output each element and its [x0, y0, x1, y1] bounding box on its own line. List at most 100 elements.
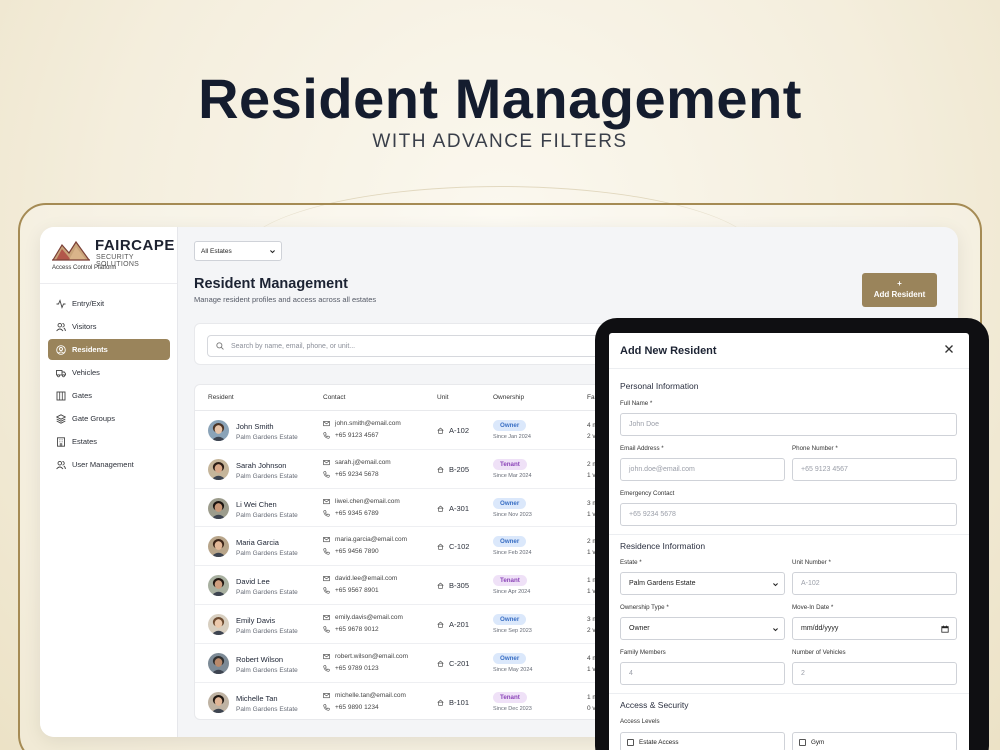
add-resident-button[interactable]: + Add Resident — [862, 273, 937, 307]
unit-text: A-102 — [449, 426, 470, 435]
home-icon — [437, 544, 444, 551]
vehicles-count-label: Number of Vehicles — [792, 649, 846, 656]
emergency-contact-placeholder: +65 9234 5678 — [629, 511, 676, 518]
contact-phone-text: +65 9456 7890 — [335, 548, 379, 556]
sidebar-item-label: Visitors — [72, 322, 97, 331]
column-header-contact[interactable]: Contact — [323, 394, 345, 401]
phone-input[interactable]: +65 9123 4567 — [792, 458, 957, 481]
access-option-estate[interactable]: Estate Access — [620, 732, 785, 750]
hero-subtitle: WITH ADVANCE FILTERS — [372, 131, 628, 152]
contact-email: emily.davis@email.com — [323, 614, 403, 621]
estate-select[interactable]: Palm Gardens Estate — [620, 572, 785, 595]
modal-title: Add New Resident — [620, 345, 717, 357]
contact-email: liwei.chen@email.com — [323, 498, 400, 505]
column-header-resident[interactable]: Resident — [208, 394, 234, 401]
sidebar-item-user-management[interactable]: User Management — [48, 454, 170, 475]
unit-cell: B-101 — [437, 698, 469, 707]
since-date: Since May 2024 — [493, 666, 533, 673]
sidebar-item-estates[interactable]: Estates — [48, 431, 170, 452]
mail-icon — [323, 498, 330, 504]
contact-phone: +65 9456 7890 — [323, 548, 379, 555]
chevron-down-icon — [270, 250, 275, 254]
since-date: Since Jan 2024 — [493, 434, 531, 440]
sidebar-item-entry-exit[interactable]: Entry/Exit — [48, 293, 170, 314]
mail-icon — [323, 537, 330, 543]
user-circle-icon — [56, 344, 66, 355]
sidebar-item-residents[interactable]: Residents — [48, 339, 170, 360]
gate-icon — [56, 391, 66, 401]
column-header-unit[interactable]: Unit — [437, 394, 449, 401]
chevron-down-icon — [773, 628, 778, 632]
unit-text: C-201 — [449, 658, 470, 668]
sidebar-item-vehicles[interactable]: Vehicles — [48, 362, 170, 383]
section-divider — [609, 693, 969, 694]
contact-email-text: john.smith@email.com — [335, 420, 401, 427]
contact-email-text: david.lee@email.com — [335, 575, 398, 583]
layers-icon — [56, 413, 66, 424]
emergency-contact-input[interactable]: +65 9234 5678 — [620, 503, 957, 526]
since-date: Since Sep 2023 — [493, 627, 532, 634]
unit-number-input[interactable]: A-102 — [792, 572, 957, 595]
email-input[interactable]: john.doe@email.com — [620, 458, 785, 481]
contact-email-text: sarah.j@email.com — [335, 458, 391, 466]
ownership-type-label: Ownership Type * — [620, 604, 669, 611]
home-icon — [437, 505, 444, 512]
resident-name[interactable]: Maria Garcia — [236, 538, 279, 547]
column-header-ownership[interactable]: Ownership — [493, 394, 524, 401]
sidebar-item-label: Gates — [72, 391, 93, 400]
avatar — [208, 691, 229, 713]
sidebar-item-label: Residents — [72, 345, 108, 354]
contact-email-text: liwei.chen@email.com — [335, 497, 400, 505]
sidebar-item-label: Gate Groups — [72, 414, 115, 423]
unit-cell: B-205 — [437, 465, 469, 474]
sidebar-item-label: Vehicles — [72, 368, 100, 377]
family-members-input[interactable]: 4 — [620, 662, 785, 685]
access-option-gym[interactable]: Gym — [792, 732, 957, 750]
avatar — [208, 420, 229, 441]
resident-name[interactable]: John Smith — [236, 422, 274, 431]
move-in-date-input[interactable]: mm/dd/yyyy — [792, 617, 957, 640]
ownership-type-select[interactable]: Owner — [620, 617, 785, 640]
vehicles-count-input[interactable]: 2 — [792, 662, 957, 685]
contact-email-text: robert.wilson@email.com — [335, 652, 409, 660]
resident-name[interactable]: David Lee — [236, 577, 270, 586]
sidebar-item-label: Estates — [72, 437, 98, 446]
full-name-input[interactable]: John Doe — [620, 413, 957, 436]
estate-label: Estate * — [620, 559, 642, 566]
ownership-badge: Owner — [493, 536, 527, 548]
users-icon — [56, 322, 66, 332]
sidebar-item-visitors[interactable]: Visitors — [48, 316, 170, 337]
avatar — [208, 497, 229, 519]
resident-name[interactable]: Li Wei Chen — [236, 500, 277, 509]
email-label: Email Address * — [620, 445, 664, 452]
contact-phone-text: +65 9123 4567 — [335, 432, 379, 439]
resident-name[interactable]: Emily Davis — [236, 616, 275, 625]
sidebar-item-gate-groups[interactable]: Gate Groups — [48, 408, 170, 429]
sidebar-divider — [40, 283, 177, 284]
access-option-label: Estate Access — [639, 738, 679, 746]
family-members-label: Family Members — [620, 649, 666, 656]
unit-text: B-305 — [449, 581, 470, 591]
users-cog-icon — [56, 460, 66, 470]
phone-icon — [323, 432, 330, 439]
phone-icon — [323, 471, 330, 478]
mail-icon — [323, 576, 330, 582]
sidebar-nav: Entry/Exit Visitors Residents Vehicles G… — [48, 293, 170, 477]
estate-select-value: Palm Gardens Estate — [629, 580, 696, 587]
checkbox[interactable] — [799, 738, 806, 746]
home-icon — [437, 699, 444, 706]
close-icon[interactable] — [944, 344, 954, 354]
resident-name[interactable]: Sarah Johnson — [236, 461, 286, 470]
brand-name: FAIRCAPE — [95, 237, 175, 254]
estate-filter-select[interactable]: All Estates — [194, 241, 282, 261]
resident-estate: Palm Gardens Estate — [236, 627, 298, 635]
checkbox[interactable] — [627, 738, 634, 746]
resident-name[interactable]: Robert Wilson — [236, 655, 283, 664]
sidebar-item-gates[interactable]: Gates — [48, 385, 170, 406]
home-icon — [437, 621, 444, 628]
chevron-down-icon — [773, 583, 778, 587]
contact-email-text: michelle.tan@email.com — [335, 691, 406, 699]
calendar-icon[interactable] — [941, 625, 949, 633]
resident-name[interactable]: Michelle Tan — [236, 694, 278, 703]
mail-icon — [323, 459, 330, 465]
